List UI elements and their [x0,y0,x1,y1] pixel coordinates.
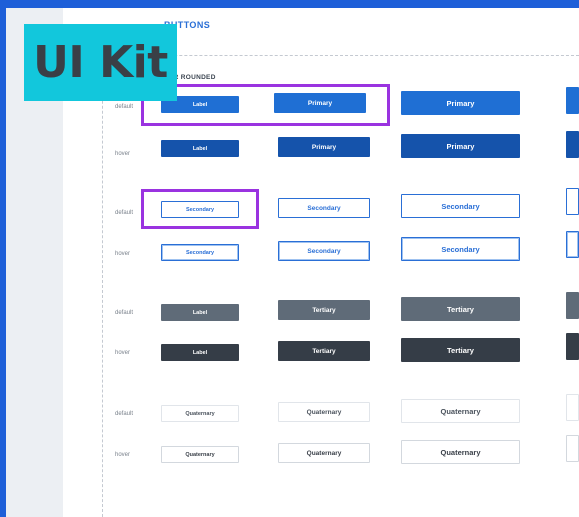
primary-button[interactable]: Primary [401,91,520,115]
secondary-button-hover[interactable]: Secondary [161,244,239,261]
primary-button-hover-partial[interactable] [566,131,579,158]
highlight-box-primary [141,84,390,126]
quaternary-button[interactable]: Quaternary [401,399,520,423]
secondary-button-hover[interactable]: Secondary [278,241,370,261]
tertiary-button-partial[interactable] [566,292,579,319]
state-label: hover [115,452,131,458]
secondary-button-hover[interactable]: Secondary [401,237,520,261]
state-label: default [115,411,134,417]
badge-text: UI Kit [33,37,168,88]
highlight-box-secondary [141,189,259,229]
secondary-button[interactable]: Secondary [278,198,370,218]
state-label: hover [115,350,131,356]
state-label: hover [115,151,131,157]
secondary-button[interactable]: Secondary [401,194,520,218]
state-label: default [115,104,134,110]
quaternary-button[interactable]: Quaternary [278,402,370,422]
primary-button-partial[interactable] [566,87,579,114]
tertiary-button[interactable]: Tertiary [401,297,520,321]
tertiary-button-hover[interactable]: Label [161,344,239,361]
ui-kit-badge: UI Kit [24,24,177,101]
tertiary-button-hover[interactable]: Tertiary [278,341,370,361]
quaternary-button-hover[interactable]: Quaternary [278,443,370,463]
state-label: hover [115,251,131,257]
tertiary-button-hover-partial[interactable] [566,333,579,360]
quaternary-button[interactable]: Quaternary [161,405,239,422]
state-label: default [115,310,134,316]
quaternary-button-hover[interactable]: Quaternary [401,440,520,464]
primary-button-hover[interactable]: Primary [278,137,370,157]
secondary-button-hover-partial[interactable] [566,231,579,258]
tertiary-button-hover[interactable]: Tertiary [401,338,520,362]
primary-button-hover[interactable]: Label [161,140,239,157]
state-label: default [115,210,134,216]
quaternary-button-partial[interactable] [566,394,579,421]
quaternary-button-hover[interactable]: Quaternary [161,446,239,463]
tertiary-button[interactable]: Label [161,304,239,321]
tertiary-button[interactable]: Tertiary [278,300,370,320]
primary-button-hover[interactable]: Primary [401,134,520,158]
row-divider [102,56,103,517]
quaternary-button-hover-partial[interactable] [566,435,579,462]
secondary-button-partial[interactable] [566,188,579,215]
